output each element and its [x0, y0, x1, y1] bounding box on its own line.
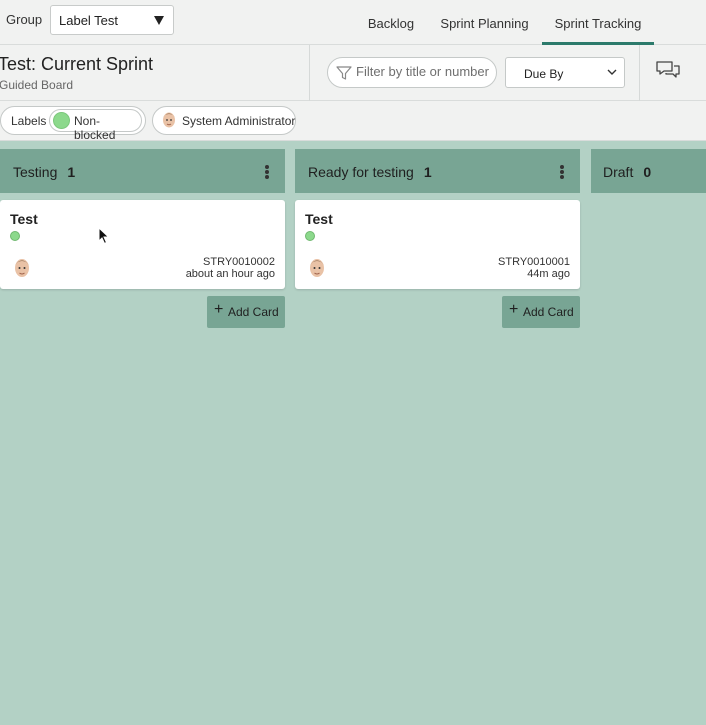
card-title: Test: [305, 211, 333, 227]
card-label-dot: [305, 231, 315, 241]
story-card[interactable]: Test STRY0010001 44m ago: [295, 200, 580, 289]
tab-sprint-planning[interactable]: Sprint Planning: [436, 0, 533, 45]
user-chip-name: System Administrator: [182, 114, 296, 128]
column-title: Draft 0: [603, 164, 651, 180]
column-count: 1: [423, 164, 432, 180]
board-column-testing: Testing 1 Test STRY0010002 about an hour …: [0, 149, 285, 328]
header-divider: [309, 45, 310, 101]
group-label: Group: [6, 12, 43, 27]
group-select-value: Label Test: [59, 13, 119, 28]
card-number: STRY0010001: [498, 256, 570, 268]
sort-select[interactable]: Due By: [505, 57, 625, 88]
card-label-dot: [10, 231, 20, 241]
card-title: Test: [10, 211, 38, 227]
column-title-text: Ready for testing: [308, 164, 414, 180]
board-title: Test: Current Sprint: [0, 54, 154, 74]
plus-icon: +: [214, 301, 224, 318]
caret-down-icon: [154, 16, 164, 25]
card-updated-time: about an hour ago: [185, 268, 275, 280]
sort-select-value: Due By: [524, 67, 564, 81]
avatar: [163, 112, 175, 128]
chevron-down-icon: [607, 69, 617, 75]
avatar: [310, 259, 324, 277]
add-card-label: Add Card: [523, 305, 574, 319]
more-options-icon[interactable]: [265, 165, 269, 179]
column-header: Testing 1: [0, 149, 285, 193]
board-column-ready-for-testing: Ready for testing 1 Test STRY0010001 44m …: [295, 149, 580, 328]
board-column-draft: Draft 0: [591, 149, 706, 193]
label-color-dot: [53, 112, 70, 129]
conversation-icon[interactable]: [656, 60, 680, 80]
story-card[interactable]: Test STRY0010002 about an hour ago: [0, 200, 285, 289]
board-subtitle: Guided Board: [0, 78, 74, 92]
column-title: Testing 1: [13, 164, 75, 180]
card-updated-time: 44m ago: [527, 268, 570, 280]
tab-backlog[interactable]: Backlog: [358, 0, 424, 45]
header-divider: [639, 45, 640, 101]
labels-chip-label: Labels: [11, 114, 47, 128]
mouse-cursor-icon: [98, 227, 110, 245]
more-options-icon[interactable]: [560, 165, 564, 179]
add-card-label: Add Card: [228, 305, 279, 319]
add-card-button[interactable]: + Add Card: [502, 296, 580, 328]
column-title-text: Testing: [13, 164, 58, 180]
avatar: [15, 259, 29, 277]
label-chip-non-blocked[interactable]: Non-blocked: [49, 109, 142, 142]
column-header: Ready for testing 1: [295, 149, 580, 193]
add-card-button[interactable]: + Add Card: [207, 296, 285, 328]
labels-filter-chip[interactable]: Labels Non-blocked: [0, 106, 146, 142]
card-number: STRY0010002: [203, 256, 275, 268]
filter-box[interactable]: [327, 57, 497, 88]
column-title-text: Draft: [603, 164, 634, 180]
column-count: 1: [67, 164, 76, 180]
group-select[interactable]: Label Test: [50, 5, 174, 35]
column-title: Ready for testing 1: [308, 164, 432, 180]
board-header: Test: Current Sprint Guided Board Due By: [0, 45, 706, 101]
plus-icon: +: [509, 301, 519, 318]
user-filter-chip[interactable]: System Administrator: [152, 106, 296, 135]
top-bar: Group Label Test Backlog Sprint Planning…: [0, 0, 706, 45]
tab-sprint-tracking[interactable]: Sprint Tracking: [542, 0, 654, 45]
column-header: Draft 0: [591, 149, 706, 193]
filter-chips-bar: Labels Non-blocked System Administrator: [0, 101, 706, 142]
label-chip-text: Non-blocked: [74, 114, 116, 142]
column-count: 0: [643, 164, 652, 180]
filter-input[interactable]: [356, 64, 490, 79]
filter-icon: [336, 66, 352, 80]
